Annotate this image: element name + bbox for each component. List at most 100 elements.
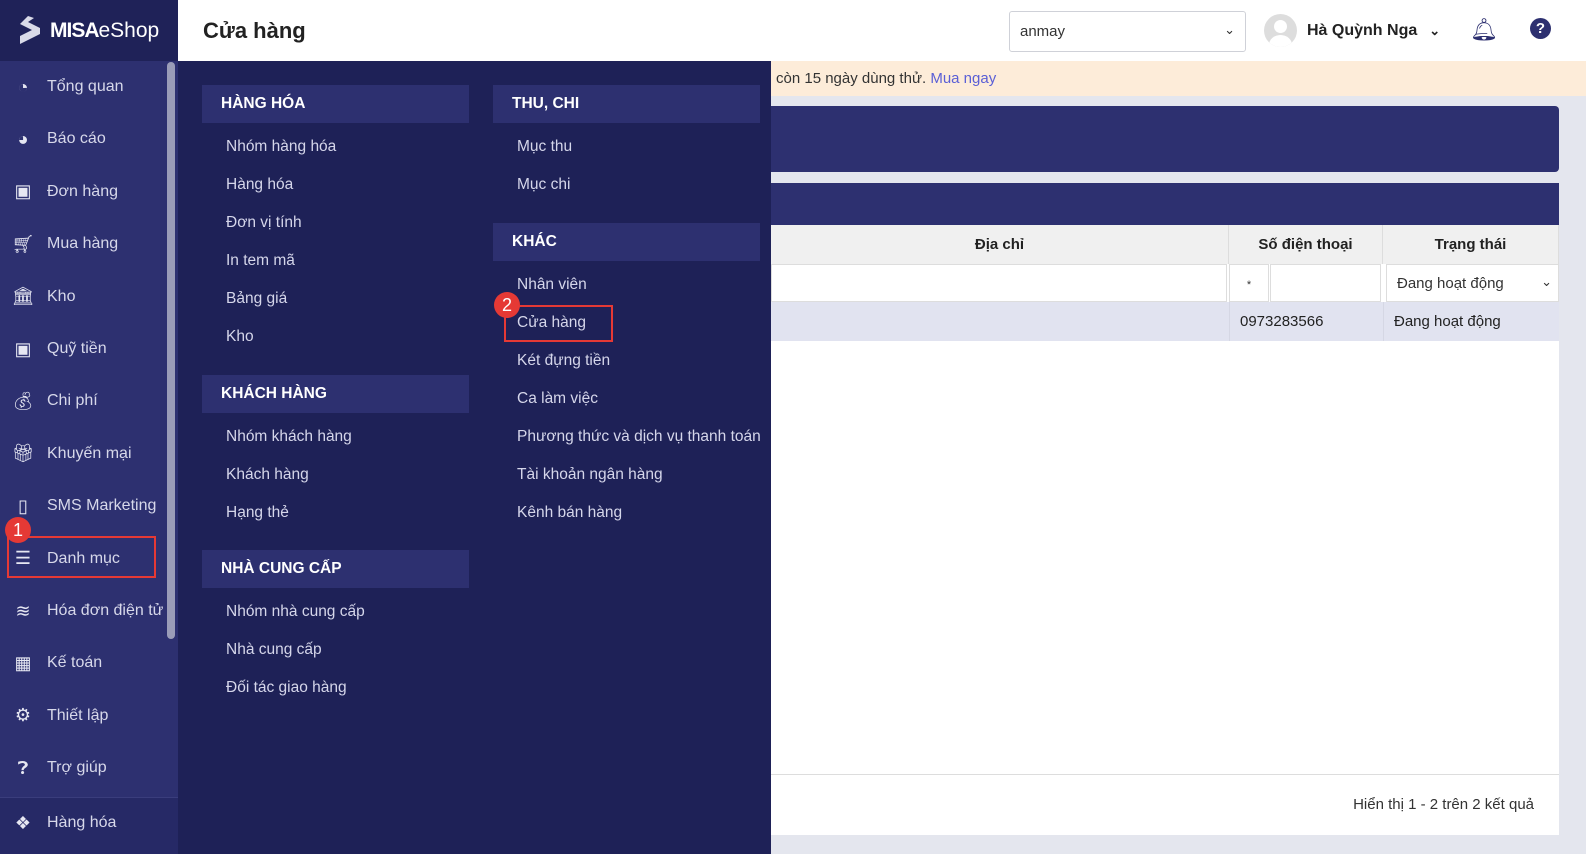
phone-filter-operator[interactable]: *	[1229, 264, 1269, 302]
cell-phone[interactable]: 0973283566	[1229, 302, 1383, 341]
menu-section-header: KHÁCH HÀNG	[202, 375, 469, 413]
sidebar-item-10[interactable]: ≋ Hóa đơn điện tử	[0, 585, 165, 637]
misa-logo-icon	[20, 15, 40, 44]
sidebar-item-2[interactable]: ▣ Đơn hàng	[0, 166, 165, 218]
sidebar-item-label: Hàng hóa	[47, 814, 117, 831]
gift-icon: 🎁︎	[11, 443, 35, 464]
chevron-down-icon: ⌄	[1224, 22, 1235, 37]
sidebar-item-12[interactable]: ⚙ Thiết lập	[0, 690, 165, 742]
sidebar-item-label: Thiết lập	[47, 706, 109, 724]
dashboard-icon: ◔	[17, 76, 29, 97]
sidebar-item-hang-hoa[interactable]: ❖ Hàng hóa	[0, 797, 178, 854]
banner-text: còn 15 ngày dùng thử.	[776, 70, 931, 87]
sidebar-item-label: Báo cáo	[47, 130, 106, 148]
menu-section-header: THU, CHI	[493, 85, 760, 123]
buy-now-link[interactable]: Mua ngay	[930, 70, 996, 87]
menu-item[interactable]: Hàng hóa	[226, 176, 293, 194]
cart-icon: 🛒︎	[11, 233, 35, 254]
menu-item[interactable]: Hạng thẻ	[226, 504, 289, 522]
sidebar-item-7[interactable]: 🎁︎ Khuyến mại	[0, 428, 165, 480]
store-select-value: anmay	[1020, 23, 1066, 40]
store-table: Địa chỉ Số điện thoại Trạng thái * Đang …	[771, 225, 1559, 835]
step-badge-2: 2	[494, 292, 520, 318]
menu-item[interactable]: In tem mã	[226, 252, 295, 270]
warehouse-icon: 🏛︎	[11, 286, 35, 307]
menu-section-header: KHÁC	[493, 223, 760, 261]
safe-icon: ▣	[14, 338, 32, 359]
avatar	[1264, 14, 1297, 47]
pie-chart-icon: ◕	[17, 128, 29, 149]
sidebar-scrollbar[interactable]	[167, 62, 175, 639]
sidebar-item-label: Kho	[47, 287, 76, 305]
column-header-status[interactable]: Trạng thái	[1383, 225, 1559, 264]
sidebar-item-label: Chi phí	[47, 392, 98, 410]
logo[interactable]: MISA eShop	[0, 0, 178, 61]
menu-item[interactable]: Ca làm việc	[517, 390, 598, 408]
menu-item[interactable]: Khách hàng	[226, 466, 309, 484]
status-filter-select[interactable]: Đang hoạt động ⌄	[1386, 264, 1559, 302]
pagination-summary: Hiển thị 1 - 2 trên 2 kết quả	[771, 774, 1559, 835]
logo-text: eShop	[98, 18, 160, 42]
help-icon[interactable]: ?	[1530, 18, 1551, 39]
page-title: Cửa hàng	[203, 18, 306, 43]
menu-section-header: HÀNG HÓA	[202, 85, 469, 123]
sidebar-item-3[interactable]: 🛒︎ Mua hàng	[0, 218, 165, 270]
menu-item[interactable]: Mục thu	[517, 138, 572, 156]
sidebar-item-13[interactable]: ❓︎ Trợ giúp	[0, 742, 165, 794]
chevron-down-icon: ⌄	[1541, 274, 1552, 289]
phone-icon: ▯	[18, 495, 28, 516]
trial-banner: còn 15 ngày dùng thử. Mua ngay	[771, 61, 1586, 96]
menu-item[interactable]: Nhóm hàng hóa	[226, 138, 336, 156]
highlight-box-1	[7, 536, 156, 578]
money-bag-icon: 💰︎	[11, 390, 35, 411]
sidebar-item-label: Trợ giúp	[47, 759, 107, 777]
user-name: Hà Quỳnh Nga	[1307, 21, 1418, 39]
menu-item[interactable]: Nhà cung cấp	[226, 641, 322, 659]
column-header-address[interactable]: Địa chỉ	[771, 225, 1229, 264]
bell-icon[interactable]: 🔔︎	[1470, 17, 1498, 43]
menu-item[interactable]: Kho	[226, 328, 254, 346]
address-filter-input[interactable]	[771, 264, 1227, 302]
sidebar-item-11[interactable]: ▦ Kế toán	[0, 637, 165, 689]
table-toolbar	[771, 183, 1559, 225]
toolbar-panel	[771, 106, 1559, 172]
status-filter-value: Đang hoạt động	[1397, 275, 1504, 292]
chevron-down-icon: ⌄	[1429, 22, 1441, 38]
step-badge-1: 1	[5, 517, 31, 543]
order-icon: ▣	[14, 181, 32, 202]
help-icon: ❓︎	[17, 757, 29, 778]
menu-item[interactable]: Kênh bán hàng	[517, 504, 622, 522]
menu-item[interactable]: Phương thức và dịch vụ thanh toán	[517, 428, 761, 446]
gear-icon: ⚙	[14, 705, 32, 726]
category-mega-menu: HÀNG HÓA Nhóm hàng hóa Hàng hóa Đơn vị tính…	[178, 61, 771, 854]
logo-text-bold: MISA	[50, 18, 99, 42]
menu-item[interactable]: Bảng giá	[226, 290, 287, 308]
menu-item[interactable]: Đối tác giao hàng	[226, 679, 347, 697]
sidebar-item-label: Hóa đơn điện tử	[47, 602, 164, 619]
phone-filter-input[interactable]	[1270, 264, 1381, 302]
menu-item[interactable]: Nhóm nhà cung cấp	[226, 603, 365, 621]
sidebar-item-label: Khuyến mại	[47, 444, 132, 462]
sidebar-item-label: Tổng quan	[47, 78, 124, 95]
sidebar: MISA eShop ◔ Tổng quan ◕ Báo cáo ▣ Đơn hàng 🛒︎ M…	[0, 0, 178, 854]
sidebar-item-1[interactable]: ◕ Báo cáo	[0, 113, 165, 165]
store-select[interactable]: anmay ⌄	[1009, 11, 1246, 52]
sidebar-item-6[interactable]: 💰︎ Chi phí	[0, 375, 165, 427]
sidebar-item-5[interactable]: ▣ Quỹ tiền	[0, 323, 165, 375]
menu-item[interactable]: Mục chi	[517, 176, 570, 194]
cell-address[interactable]	[771, 302, 1229, 341]
sidebar-item-label: Đơn hàng	[47, 182, 118, 200]
menu-item[interactable]: Đơn vị tính	[226, 214, 302, 232]
calculator-icon: ▦	[14, 652, 32, 673]
menu-item[interactable]: Tài khoản ngân hàng	[517, 466, 663, 484]
cell-status[interactable]: Đang hoạt động	[1383, 302, 1559, 341]
sidebar-item-0[interactable]: ◔ Tổng quan	[0, 61, 165, 113]
menu-item[interactable]: Nhân viên	[517, 276, 587, 294]
sidebar-item-label: SMS Marketing	[47, 497, 157, 515]
column-header-phone[interactable]: Số điện thoại	[1229, 225, 1383, 264]
sidebar-item-4[interactable]: 🏛︎ Kho	[0, 271, 165, 323]
user-menu[interactable]: Hà Quỳnh Nga ⌄	[1264, 14, 1440, 47]
boxes-icon: ❖	[14, 812, 32, 833]
menu-item[interactable]: Nhóm khách hàng	[226, 428, 352, 446]
menu-item[interactable]: Két đựng tiền	[517, 352, 610, 370]
